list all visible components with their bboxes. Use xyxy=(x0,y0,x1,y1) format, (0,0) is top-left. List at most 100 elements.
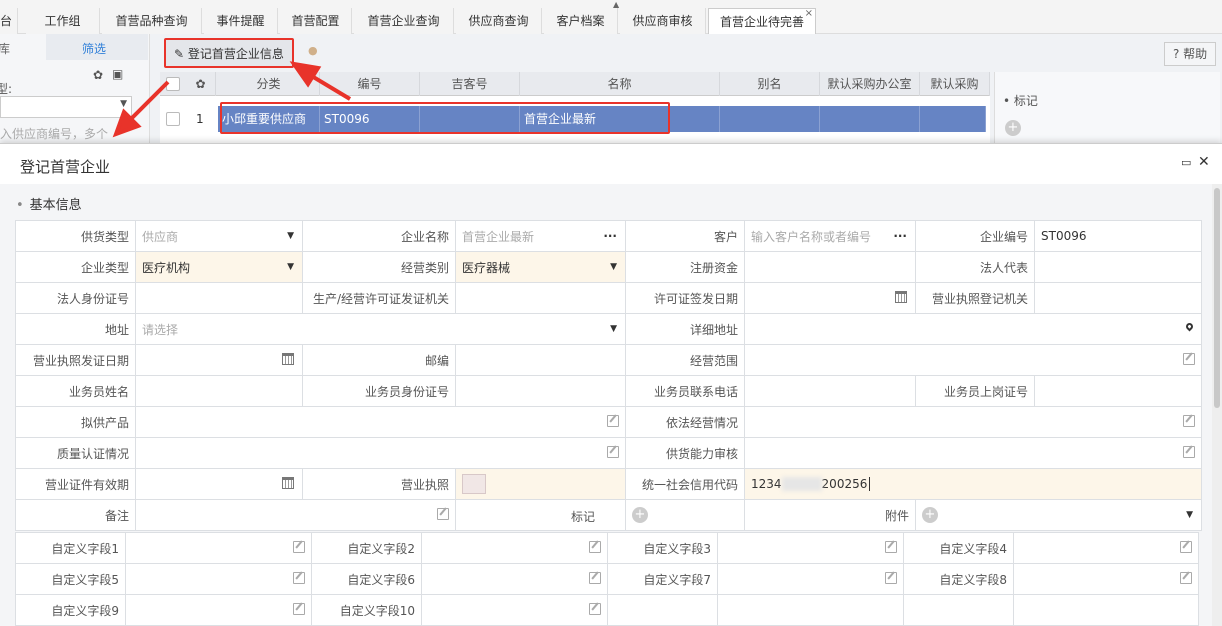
tab-item-3[interactable]: 事件提醒 xyxy=(204,8,278,34)
add-mark-icon[interactable]: + xyxy=(1005,120,1021,136)
col-header[interactable]: 吉客号 xyxy=(420,72,520,96)
row-number: 1 xyxy=(196,112,204,126)
left-filter-panel: 库 筛选 ✿ ▣ 型: ▼ 入供应商编号，多个 xyxy=(0,34,150,154)
products-field[interactable] xyxy=(135,406,626,438)
tab-item-6[interactable]: 供应商查询 xyxy=(456,8,542,34)
type-select[interactable]: ▼ xyxy=(0,96,132,118)
register-company-dialog: 登记首营企业 ▭ ✕ • 基本信息 供货类型 供应商 ▼ 企业名称 首营企业最新 ··… xyxy=(0,143,1222,626)
tab-item-5[interactable]: 首营企业查询 xyxy=(354,8,454,34)
col-header[interactable]: 别名 xyxy=(720,72,820,96)
custom-field-input[interactable] xyxy=(1013,532,1199,564)
edit-icon xyxy=(437,508,449,520)
legal-id-field[interactable] xyxy=(135,282,303,314)
biz-license-date-field[interactable] xyxy=(135,344,303,376)
salesman-id-field[interactable] xyxy=(455,375,626,407)
calendar-icon xyxy=(282,477,294,489)
add-mark-cell[interactable]: + xyxy=(625,499,745,531)
tab-item-2[interactable]: 首营品种查询 xyxy=(102,8,202,34)
remark-field[interactable] xyxy=(135,499,456,531)
license-date-field[interactable] xyxy=(744,282,916,314)
supply-type-label: 供货类型 xyxy=(15,220,136,252)
credit-code-field[interactable]: 1234 200256 xyxy=(744,468,1202,500)
gear-icon[interactable]: ✿ xyxy=(93,68,103,82)
custom-field-input[interactable] xyxy=(421,594,608,626)
cell-default[interactable] xyxy=(920,106,986,132)
register-company-button[interactable]: ✎ 登记首营企业信息 xyxy=(164,38,294,68)
col-header[interactable]: 默认采购办公室 xyxy=(820,72,920,96)
save-icon[interactable]: ▣ xyxy=(112,67,123,81)
postcode-field[interactable] xyxy=(455,344,626,376)
legal-rep-field[interactable] xyxy=(1034,251,1202,283)
attach-field[interactable]: + ▼ xyxy=(915,499,1202,531)
supply-audit-field[interactable] xyxy=(744,437,1202,469)
quality-label: 质量认证情况 xyxy=(15,437,136,469)
salesman-name-field[interactable] xyxy=(135,375,303,407)
customer-field[interactable]: 输入客户名称或者编号 ··· xyxy=(744,220,916,252)
help-button[interactable]: ? 帮助 xyxy=(1164,42,1217,66)
tab-item-7[interactable]: 客户档案 xyxy=(544,8,618,34)
salesman-cert-field[interactable] xyxy=(1034,375,1202,407)
tab-item-0[interactable]: 台 xyxy=(0,8,18,34)
custom-field-input[interactable] xyxy=(1013,563,1199,595)
license-date-label: 许可证签发日期 xyxy=(625,282,745,314)
custom-field-label: 自定义字段5 xyxy=(15,563,126,595)
custom-field-input[interactable] xyxy=(125,594,312,626)
caret-up-icon: ▲ xyxy=(613,0,620,9)
cert-valid-label: 营业证件有效期 xyxy=(15,468,136,500)
edit-icon xyxy=(293,572,305,584)
tab-item-9[interactable]: 首营企业待完善 × xyxy=(708,8,816,34)
grid-gear-icon[interactable]: ✿ xyxy=(186,72,216,96)
cell-office[interactable] xyxy=(820,106,920,132)
salesman-phone-field[interactable] xyxy=(744,375,916,407)
cert-valid-field[interactable] xyxy=(135,468,303,500)
credit-code-label: 统一社会信用代码 xyxy=(625,468,745,500)
company-name-label: 企业名称 xyxy=(302,220,456,252)
license-org-field[interactable] xyxy=(455,282,626,314)
col-header[interactable]: 默认采购 xyxy=(920,72,990,96)
dropdown-icon: ▼ xyxy=(1186,510,1193,520)
biz-reg-org-field[interactable] xyxy=(1034,282,1202,314)
custom-field-input[interactable] xyxy=(421,563,608,595)
left-tab-filter[interactable]: 筛选 xyxy=(82,40,106,57)
custom-field-input[interactable] xyxy=(125,563,312,595)
col-header[interactable]: 名称 xyxy=(520,72,720,96)
supply-type-select[interactable]: 供应商 ▼ xyxy=(135,220,303,252)
legal-ops-field[interactable] xyxy=(744,406,1202,438)
edit-icon xyxy=(1183,353,1195,365)
dialog-scrollbar[interactable] xyxy=(1212,184,1222,626)
cell-alias[interactable] xyxy=(720,106,820,132)
registered-capital-field[interactable] xyxy=(744,251,916,283)
left-tab-library[interactable]: 库 xyxy=(0,40,10,57)
tab-item-8[interactable]: 供应商审核 xyxy=(620,8,706,34)
edit-icon xyxy=(589,541,601,553)
custom-field-input[interactable] xyxy=(717,532,904,564)
supply-audit-label: 供货能力审核 xyxy=(625,437,745,469)
row-checkbox[interactable] xyxy=(166,112,180,126)
address-select[interactable]: 请选择 ▼ xyxy=(135,313,626,345)
scrollbar-thumb[interactable] xyxy=(1214,188,1220,408)
detail-address-field[interactable] xyxy=(744,313,1202,345)
custom-field-input[interactable] xyxy=(125,532,312,564)
company-code-field[interactable]: ST0096 xyxy=(1034,220,1202,252)
custom-field-label: 自定义字段9 xyxy=(15,594,126,626)
maximize-icon[interactable]: ▭ xyxy=(1181,156,1191,169)
quality-field[interactable] xyxy=(135,437,626,469)
legal-id-label: 法人身份证号 xyxy=(15,282,136,314)
custom-field-label: 自定义字段7 xyxy=(607,563,718,595)
select-all-checkbox[interactable] xyxy=(166,77,180,91)
custom-field-label: 自定义字段3 xyxy=(607,532,718,564)
col-header[interactable]: 编号 xyxy=(320,72,420,96)
custom-field-input[interactable] xyxy=(421,532,608,564)
close-icon[interactable]: ✕ xyxy=(1198,154,1210,170)
tab-item-1[interactable]: 工作组 xyxy=(26,8,100,34)
custom-field-input[interactable] xyxy=(717,563,904,595)
biz-license-upload[interactable] xyxy=(455,468,626,500)
tab-item-4[interactable]: 首营配置 xyxy=(280,8,352,34)
company-type-select[interactable]: 医疗机构 ▼ xyxy=(135,251,303,283)
col-header[interactable]: 分类 xyxy=(218,72,320,96)
business-category-select[interactable]: 医疗器械 ▼ xyxy=(455,251,626,283)
close-tab-icon[interactable]: × xyxy=(805,1,813,27)
company-name-field[interactable]: 首营企业最新 ··· xyxy=(455,220,626,252)
dropdown-icon: ▼ xyxy=(610,262,617,272)
biz-scope-field[interactable] xyxy=(744,344,1202,376)
